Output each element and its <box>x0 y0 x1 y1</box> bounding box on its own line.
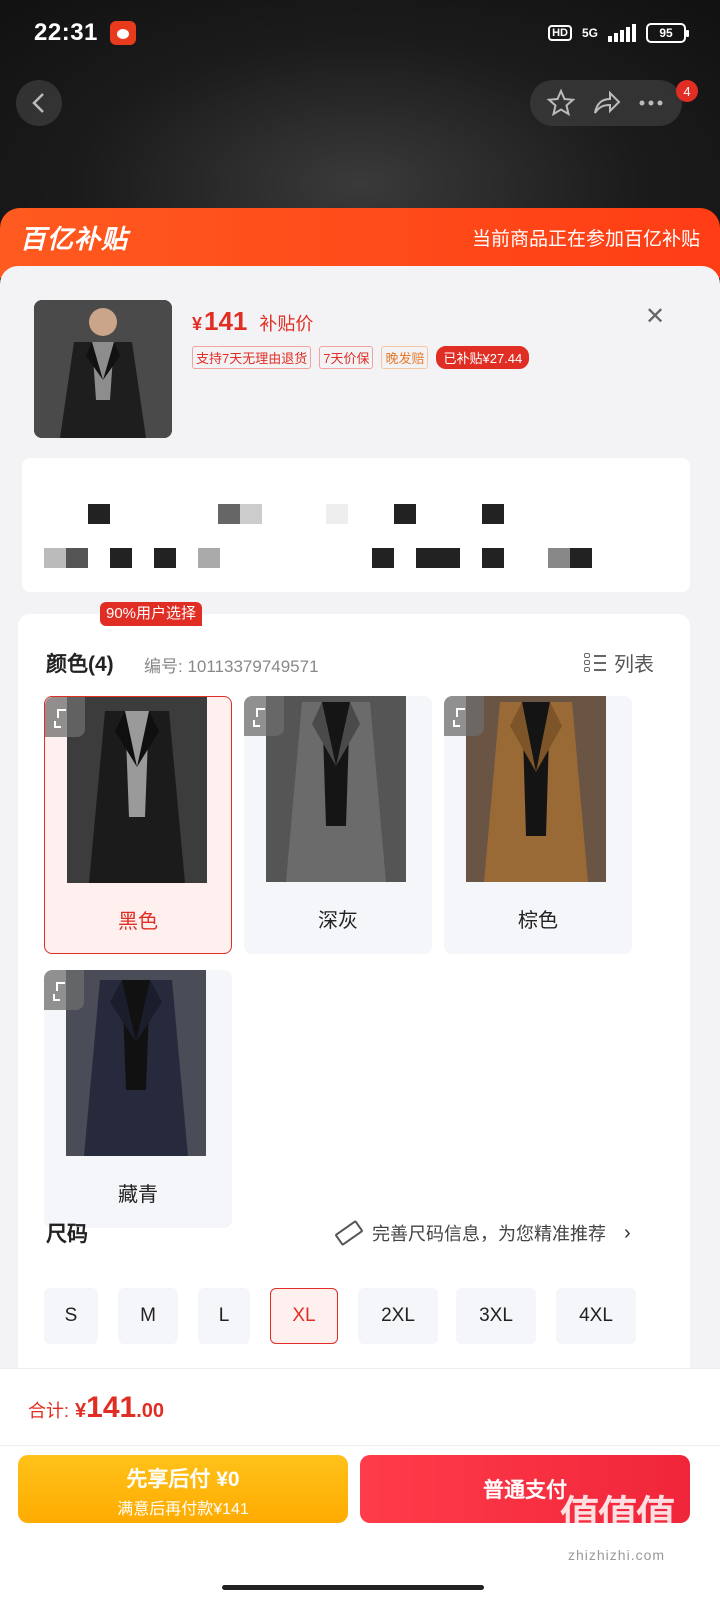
nav-actions <box>530 80 682 126</box>
subsidy-logo: 百亿补贴 <box>20 223 129 254</box>
status-bar: 22:31 HD 5G 95 <box>0 0 720 66</box>
app-notification-icon <box>109 21 136 45</box>
color-option-label: 棕色 <box>518 909 558 932</box>
price-value: 141 <box>204 306 248 336</box>
checkout-bar: 合计: ¥ 141 .00 先享后付 ¥0 满意后再付款¥141 普通支付 值值… <box>0 1368 720 1600</box>
message-count-badge: 4 <box>676 80 698 102</box>
pay-later-button[interactable]: 先享后付 ¥0 满意后再付款¥141 <box>18 1455 348 1523</box>
total-currency: ¥ <box>75 1400 87 1422</box>
size-option-2xl[interactable]: 2XL <box>358 1288 438 1344</box>
popular-choice-badge: 90%用户选择 <box>100 602 203 626</box>
divider <box>0 1445 720 1446</box>
expand-icon[interactable] <box>444 696 484 736</box>
navy-blazer-image <box>66 970 206 1156</box>
size-hint-text: 完善尺码信息，为您精准推荐 <box>372 1224 606 1244</box>
ruler-icon <box>334 1219 364 1247</box>
share-icon[interactable] <box>591 88 621 118</box>
color-option-dark-gray[interactable]: 深灰 <box>244 696 432 954</box>
status-indicators: HD 5G 95 <box>548 23 689 43</box>
battery-icon: 95 <box>646 23 689 43</box>
gray-blazer-image <box>266 696 406 882</box>
expand-icon[interactable] <box>244 696 284 736</box>
list-toggle-label: 列表 <box>614 654 654 676</box>
subsidy-text: 当前商品正在参加百亿补贴 <box>471 228 700 250</box>
color-option-navy[interactable]: 藏青 <box>44 970 232 1228</box>
tag-price-protect: 7天价保 <box>319 346 374 369</box>
tag-return: 支持7天无理由退货 <box>192 346 312 369</box>
list-icon <box>584 652 606 674</box>
color-option-black[interactable]: 黑色 <box>44 696 232 954</box>
redacted-address-card <box>22 458 690 592</box>
tag-subsidy: 已补贴¥27.44 <box>436 346 530 369</box>
status-time: 22:31 <box>34 19 98 46</box>
size-option-l[interactable]: L <box>198 1288 250 1344</box>
size-option-s[interactable]: S <box>44 1288 98 1344</box>
tag-late-delivery: 晚发赔 <box>381 346 429 369</box>
product-code: 编号: 10113379749571 <box>144 657 319 676</box>
price-label: 补贴价 <box>259 314 314 334</box>
network-icon: 5G <box>581 25 598 40</box>
home-indicator[interactable] <box>222 1585 484 1590</box>
service-tags: 支持7天无理由退货 7天价保 晚发赔 已补贴¥27.44 <box>192 346 530 369</box>
size-option-m[interactable]: M <box>118 1288 178 1344</box>
close-button[interactable]: ✕ <box>642 304 668 330</box>
watermark-logo: 值值值 <box>560 1494 676 1538</box>
list-view-toggle[interactable]: 列表 <box>584 648 654 677</box>
color-section-title: 颜色(4) <box>46 653 114 676</box>
size-option-xl[interactable]: XL <box>270 1288 338 1344</box>
total-integer: 141 <box>86 1391 137 1424</box>
total-label: 合计: <box>28 1401 70 1421</box>
size-section-title: 尺码 <box>46 1223 88 1246</box>
watermark-url: zhizhizhi.com <box>568 1547 666 1563</box>
star-icon[interactable] <box>546 88 576 118</box>
size-option-3xl[interactable]: 3XL <box>456 1288 536 1344</box>
pay-later-subtitle: 满意后再付款¥141 <box>117 1501 249 1518</box>
more-icon[interactable] <box>636 88 666 118</box>
chevron-right-icon: › <box>624 1221 631 1244</box>
color-option-label: 黑色 <box>118 910 158 933</box>
color-option-label: 深灰 <box>318 909 358 932</box>
order-total: 合计: ¥ 141 .00 <box>28 1391 164 1425</box>
total-decimal: .00 <box>136 1400 165 1422</box>
expand-icon[interactable] <box>44 970 84 1010</box>
price-currency: ¥ <box>192 314 203 334</box>
brown-blazer-image <box>466 696 606 882</box>
blazer-image <box>34 300 172 438</box>
product-thumbnail[interactable] <box>34 300 172 438</box>
black-blazer-image <box>67 697 207 883</box>
hd-icon: HD <box>548 25 572 41</box>
signal-icon <box>608 24 636 42</box>
size-recommend-link[interactable]: 完善尺码信息，为您精准推荐 › <box>334 1219 631 1247</box>
size-option-4xl[interactable]: 4XL <box>556 1288 636 1344</box>
pay-later-title: 先享后付 ¥0 <box>126 1468 240 1491</box>
expand-icon[interactable] <box>45 697 85 737</box>
chevron-left-icon <box>32 93 44 113</box>
back-button[interactable] <box>16 80 62 126</box>
color-option-brown[interactable]: 棕色 <box>444 696 632 954</box>
price-row: ¥ 141 补贴价 <box>192 306 313 337</box>
